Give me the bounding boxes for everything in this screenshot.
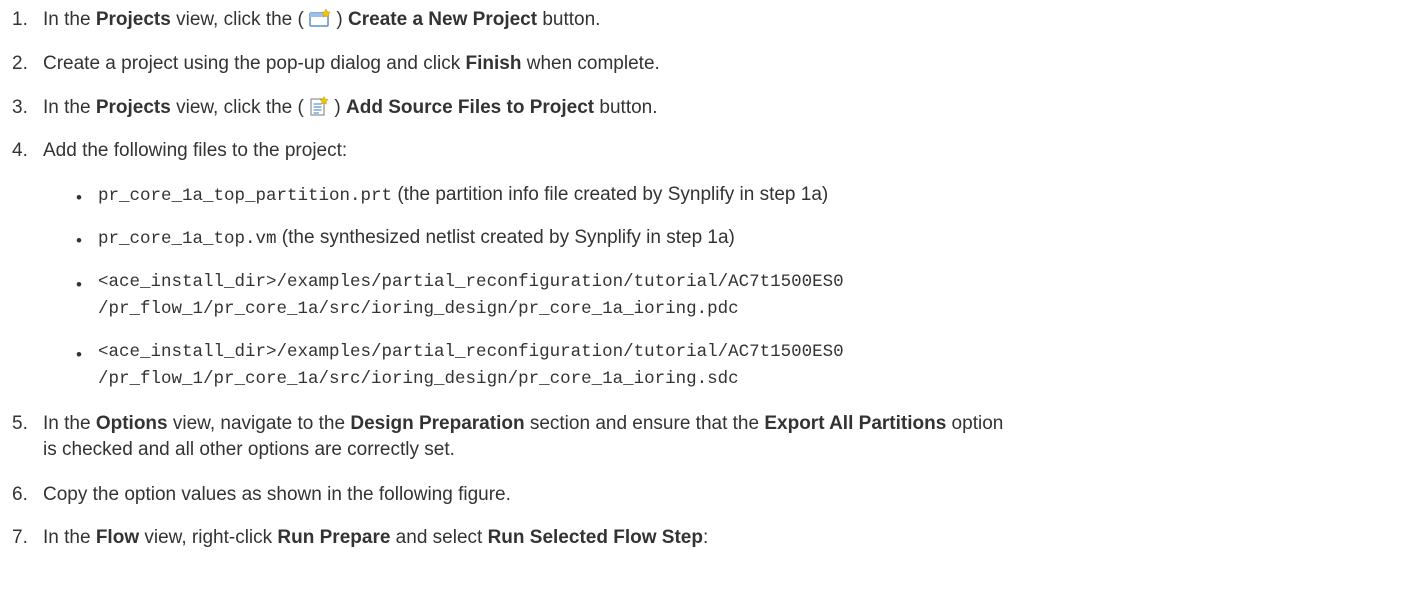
step-5-continued: is checked and all other options are cor… bbox=[43, 439, 455, 460]
file-path-continued: /pr_flow_1/pr_core_1a/src/ioring_design/… bbox=[98, 369, 739, 389]
step-number: 4. bbox=[12, 140, 28, 161]
list-item: • pr_core_1a_top_partition.prt (the part… bbox=[76, 182, 1398, 209]
bullet-marker: • bbox=[76, 345, 82, 364]
step-4: 4. Add the following files to the project… bbox=[12, 138, 1407, 164]
list-item: • <ace_install_dir>/examples/partial_rec… bbox=[76, 339, 1398, 392]
file-description: (the partition info file created by Synp… bbox=[392, 184, 829, 205]
step-7: 7. In the Flow view, right-click Run Prep… bbox=[12, 525, 1407, 551]
file-path: pr_core_1a_top.vm bbox=[98, 229, 277, 249]
list-item: • <ace_install_dir>/examples/partial_rec… bbox=[76, 269, 1398, 322]
step-6: 6. Copy the option values as shown in the… bbox=[12, 482, 1407, 508]
ui-ref-projects: Projects bbox=[95, 9, 171, 30]
step-1: 1. In the Projects view, click the ( ) Cr… bbox=[12, 7, 1407, 36]
ui-ref-export-all-partitions: Export All Partitions bbox=[764, 413, 947, 434]
ui-ref-run-prepare: Run Prepare bbox=[277, 527, 391, 548]
step-number: 6. bbox=[12, 484, 28, 505]
file-description: (the synthesized netlist created by Synp… bbox=[276, 227, 735, 248]
step-number: 1. bbox=[12, 9, 28, 30]
step-5: 5. In the Options view, navigate to the D… bbox=[12, 411, 1407, 437]
ui-ref-create-new-project: Create a New Project bbox=[348, 9, 538, 30]
ui-ref-flow: Flow bbox=[95, 527, 140, 548]
list-item: • pr_core_1a_top.vm (the synthesized net… bbox=[76, 225, 1398, 252]
create-project-icon bbox=[309, 8, 332, 36]
bullet-marker: • bbox=[76, 275, 82, 294]
bullet-marker: • bbox=[76, 231, 82, 250]
step-number: 2. bbox=[12, 53, 28, 74]
file-path: <ace_install_dir>/examples/partial_recon… bbox=[98, 342, 844, 362]
ui-ref-finish: Finish bbox=[465, 53, 522, 74]
file-path: pr_core_1a_top_partition.prt bbox=[98, 186, 393, 206]
file-path-continued: /pr_flow_1/pr_core_1a/src/ioring_design/… bbox=[98, 299, 739, 319]
ui-ref-projects: Projects bbox=[95, 97, 171, 118]
step-number: 3. bbox=[12, 97, 28, 118]
ui-ref-add-source-files: Add Source Files to Project bbox=[346, 97, 595, 118]
ui-ref-run-selected-flow-step: Run Selected Flow Step bbox=[487, 527, 703, 548]
ui-ref-options: Options bbox=[95, 413, 168, 434]
step-2: 2. Create a project using the pop-up dial… bbox=[12, 51, 1407, 77]
step-3: 3. In the Projects view, click the ( ) Ad… bbox=[12, 95, 1407, 124]
add-source-files-icon bbox=[309, 95, 329, 124]
step-number: 7. bbox=[12, 527, 28, 548]
step-number: 5. bbox=[12, 413, 28, 434]
ui-ref-design-preparation: Design Preparation bbox=[350, 413, 525, 434]
bullet-marker: • bbox=[76, 188, 82, 207]
file-path: <ace_install_dir>/examples/partial_recon… bbox=[98, 272, 844, 292]
